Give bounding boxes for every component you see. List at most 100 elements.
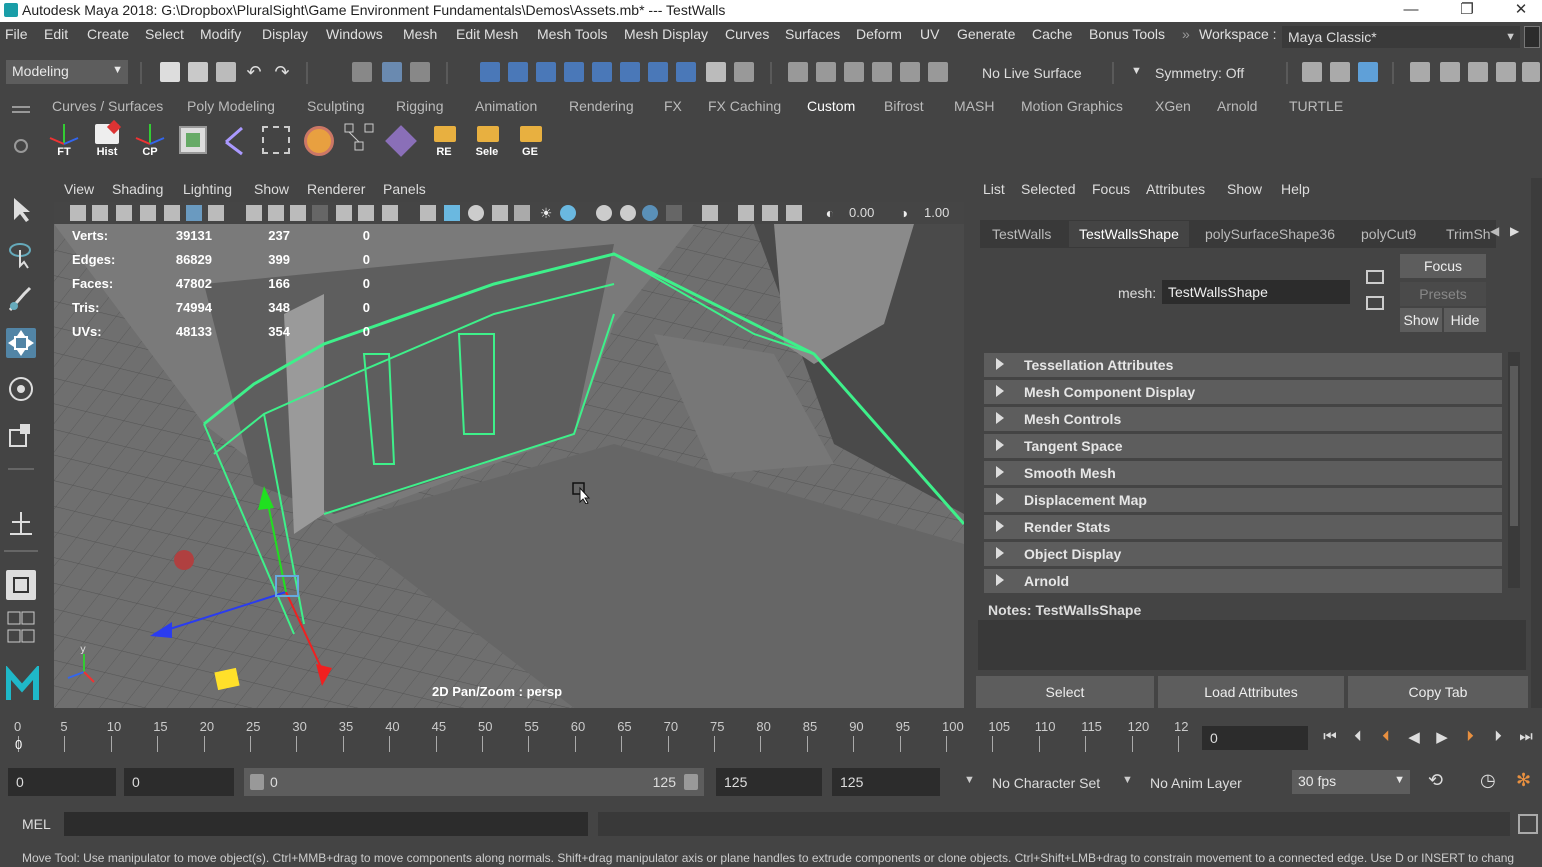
new-scene-icon[interactable] [160,62,180,82]
xray-icon[interactable] [738,205,754,221]
select-tool-icon[interactable] [6,194,36,224]
highlight-selection-icon[interactable] [734,62,754,82]
film-gate-icon[interactable] [268,205,284,221]
image-plane-icon[interactable] [140,205,156,221]
ae-menu-help[interactable]: Help [1281,181,1310,197]
shelf-tab-fx[interactable]: FX [664,98,682,114]
resolution-gate-icon[interactable] [290,205,306,221]
menu-curves[interactable]: Curves [725,26,769,42]
scale-tool-icon[interactable] [6,420,36,450]
copy-tab-button[interactable]: Copy Tab [1348,676,1528,708]
snap-point-icon[interactable] [844,62,864,82]
workspace-dropdown[interactable]: Maya Classic* ▼ [1282,26,1520,48]
save-scene-icon[interactable] [216,62,236,82]
character-set-chevron-icon[interactable]: ▼ [964,774,975,786]
shadows-icon[interactable] [560,205,576,221]
ae-tab-testwallsshape[interactable]: TestWallsShape [1069,221,1189,247]
play-forwards-icon[interactable]: ▶ [1432,728,1452,746]
step-forward-icon[interactable]: ⏵ [1488,728,1508,746]
ae-tab-polycut9[interactable]: polyCut9 [1351,221,1426,247]
go-to-start-icon[interactable]: ⏮ [1320,728,1340,746]
shelf-re-icon[interactable]: RE [428,122,460,158]
ae-menu-attributes[interactable]: Attributes [1146,181,1205,197]
play-backwards-icon[interactable]: ◀ [1404,728,1424,746]
move-tool-icon[interactable] [6,328,36,358]
go-to-output-icon[interactable] [1366,296,1384,310]
render-view-icon[interactable] [1302,62,1322,82]
viewport-menu-view[interactable]: View [64,181,94,197]
paint-select-tool-icon[interactable] [6,284,36,314]
step-back-key-icon[interactable]: ⏴ [1376,728,1396,746]
range-end-handle[interactable] [684,774,698,790]
menu-mesh-tools[interactable]: Mesh Tools [537,26,608,42]
wireframe-on-shaded-icon[interactable] [492,205,508,221]
loop-icon[interactable]: ⟲ [1428,770,1443,791]
menu-edit-mesh[interactable]: Edit Mesh [456,26,518,42]
depth-of-field-icon[interactable] [666,205,682,221]
range-start-handle[interactable] [250,774,264,790]
ae-menu-focus[interactable]: Focus [1092,181,1130,197]
select-by-joint-icon[interactable] [508,62,528,82]
viewport-menu-shading[interactable]: Shading [112,181,163,197]
anim-layer-field[interactable]: No Anim Layer [1150,775,1242,791]
section-displacement-map[interactable]: Displacement Map [984,488,1502,512]
safe-title-icon[interactable] [382,205,398,221]
shelf-hist-icon[interactable]: Hist [91,119,123,158]
snap-grid-icon[interactable] [788,62,808,82]
channel-box-icon[interactable] [1522,62,1540,82]
isolate-select-icon[interactable] [702,205,718,221]
shelf-tab-arnold[interactable]: Arnold [1217,98,1257,114]
shelf-tab-sculpting[interactable]: Sculpting [307,98,365,114]
focus-button[interactable]: Focus [1400,254,1486,278]
step-forward-key-icon[interactable]: ⏵ [1460,728,1480,746]
command-input[interactable] [64,812,588,836]
menu-mesh[interactable]: Mesh [403,26,437,42]
load-attributes-button[interactable]: Load Attributes [1158,676,1344,708]
select-hierarchy-icon[interactable] [352,62,372,82]
close-button[interactable]: ✕ [1498,0,1542,22]
section-mesh-controls[interactable]: Mesh Controls [984,407,1502,431]
select-by-render-icon[interactable] [648,62,668,82]
xray-joints-icon[interactable] [762,205,778,221]
anim-layer-chevron-icon[interactable]: ▼ [1122,774,1133,786]
menuset-dropdown[interactable]: Modeling ▼ [6,60,128,84]
safe-action-icon[interactable] [358,205,374,221]
rotate-tool-icon[interactable] [6,374,36,404]
side-panel-tabs[interactable] [1531,178,1542,708]
field-chart-icon[interactable] [336,205,352,221]
minimize-button[interactable]: — [1388,0,1434,22]
playback-start-field[interactable]: 0 [124,768,234,796]
shelf-tab-rendering[interactable]: Rendering [569,98,634,114]
range-bar[interactable]: 0 125 [244,768,704,796]
shelf-grid-tool-icon[interactable] [260,122,292,158]
ae-scrollbar[interactable] [1508,352,1520,588]
make-live-icon[interactable] [928,62,948,82]
select-button[interactable]: Select [976,676,1154,708]
anim-preferences-icon[interactable]: ✻ [1516,770,1531,791]
section-smooth-mesh[interactable]: Smooth Mesh [984,461,1502,485]
section-tessellation-attributes[interactable]: Tessellation Attributes [984,353,1502,377]
menu-create[interactable]: Create [87,26,129,42]
chevron-down-icon[interactable]: ▼ [1131,65,1142,77]
symmetry-field[interactable]: Symmetry: Off [1155,65,1244,81]
shelf-tab-fx-caching[interactable]: FX Caching [708,98,781,114]
grease-pencil-icon[interactable] [208,205,224,221]
presets-button[interactable]: Presets [1400,282,1486,306]
viewport-menu-show[interactable]: Show [254,181,289,197]
shelf-ge-icon[interactable]: GE [514,122,546,158]
select-by-dynamic-icon[interactable] [620,62,640,82]
camera-attributes-icon[interactable] [92,205,108,221]
menu-display[interactable]: Display [262,26,308,42]
lasso-tool-icon[interactable] [6,240,36,270]
redo-icon[interactable]: ↷ [272,62,292,82]
notes-textarea[interactable] [978,620,1526,670]
ae-menu-show[interactable]: Show [1227,181,1262,197]
gamma-field[interactable]: 1.00 [924,205,949,220]
anti-aliasing-icon[interactable] [642,205,658,221]
go-to-end-icon[interactable]: ⏭ [1516,728,1536,746]
shelf-ft-icon[interactable]: FT [48,122,80,158]
shelf-tab-custom[interactable]: Custom [807,98,855,114]
menu-cache[interactable]: Cache [1032,26,1072,42]
lock-selection-icon[interactable] [706,62,726,82]
section-object-display[interactable]: Object Display [984,542,1502,566]
